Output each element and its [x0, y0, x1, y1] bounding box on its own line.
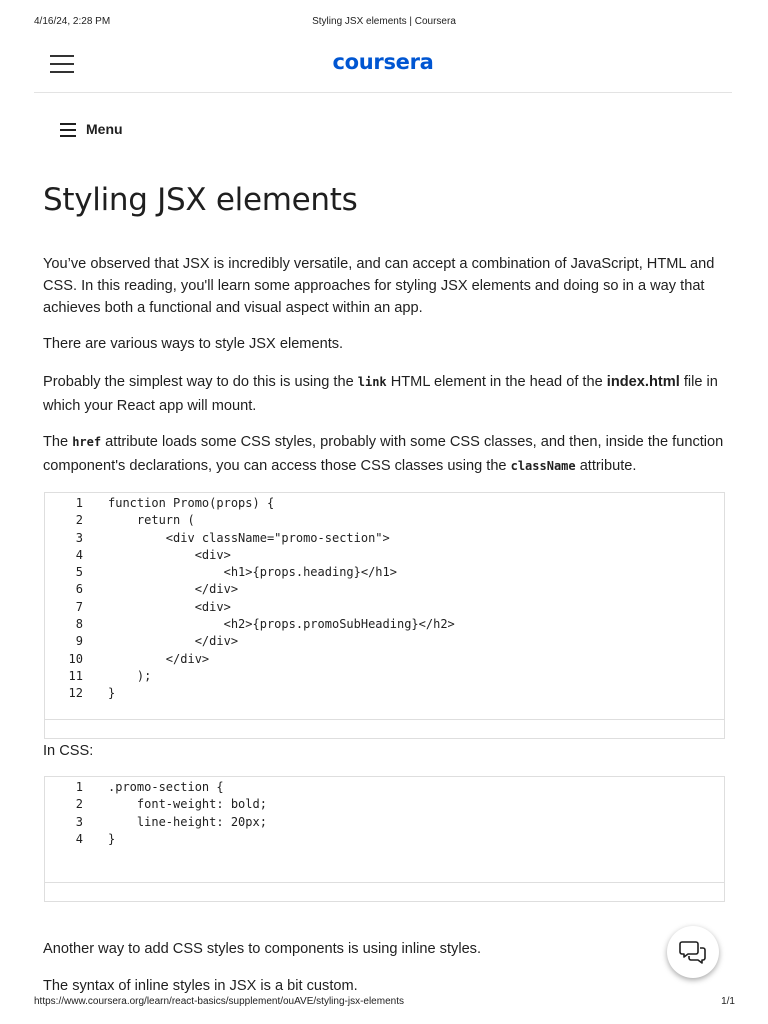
print-header: 4/16/24, 2:28 PM Styling JSX elements | … — [0, 16, 768, 30]
code-text: </div> — [108, 634, 239, 649]
code-text: <div> — [108, 599, 231, 614]
text-span: HTML element in the head of the — [386, 374, 607, 390]
code-line: 12} — [45, 685, 724, 702]
code-text: </div> — [108, 651, 210, 666]
code-line: 6 </div> — [45, 581, 724, 598]
code-text: font-weight: bold; — [108, 797, 267, 812]
text-span: The — [43, 434, 73, 450]
code-line: 5 <h1>{props.heading}</h1> — [45, 564, 724, 581]
syntax-paragraph: The syntax of inline styles in JSX is a … — [43, 978, 358, 994]
code-line: 8 <h2>{props.promoSubHeading}</h2> — [45, 616, 724, 633]
code-line: 1 function Promo(props) { — [45, 495, 724, 512]
code-lines: 1 .promo-section {2 font-weight: bold; 3 l… — [45, 777, 724, 848]
code-text: ); — [108, 668, 152, 683]
line-number: 3 — [75, 530, 83, 545]
line-number: 4 — [75, 547, 83, 562]
code-line: 2 font-weight: bold; — [45, 796, 724, 813]
print-url: https://www.coursera.org/learn/react-bas… — [34, 996, 404, 1007]
code-line: 4 <div> — [45, 547, 724, 564]
code-line: 2 return ( — [45, 512, 724, 529]
code-text: <div> — [108, 547, 231, 562]
code-text: } — [108, 686, 116, 701]
code-line: 3 line-height: 20px; — [45, 814, 724, 831]
ways-paragraph: There are various ways to style JSX elem… — [43, 336, 344, 352]
code-line: 9 </div> — [45, 633, 724, 650]
text-span: attribute. — [575, 458, 637, 474]
code-block-footer — [45, 719, 724, 738]
line-number: 2 — [75, 797, 83, 812]
inline-styles-paragraph: Another way to add CSS styles to compone… — [43, 941, 482, 957]
code-line: 11 ); — [45, 668, 724, 685]
code-text: <div className="promo-section"> — [108, 530, 390, 545]
line-number: 12 — [68, 686, 83, 701]
code-line: 7 <div> — [45, 599, 724, 616]
line-number: 1 — [75, 496, 83, 510]
code-text: .promo-section { — [108, 780, 224, 794]
text-span: Probably the simplest way to do this is … — [43, 374, 358, 390]
inline-code-link: link — [357, 375, 387, 389]
in-css-label: In CSS: — [43, 743, 94, 759]
print-footer: https://www.coursera.org/learn/react-bas… — [0, 996, 768, 1010]
line-number: 3 — [75, 814, 83, 829]
inline-code-href: href — [72, 435, 102, 449]
code-text: <h2>{props.promoSubHeading}</h2> — [108, 617, 455, 632]
line-number: 11 — [68, 668, 83, 683]
code-text: return ( — [108, 513, 195, 528]
code-line: 3 <div className="promo-section"> — [45, 530, 724, 547]
line-number: 9 — [75, 634, 83, 649]
line-number: 4 — [75, 831, 83, 846]
code-line: 4} — [45, 831, 724, 848]
line-number: 10 — [68, 651, 83, 666]
line-number: 7 — [75, 599, 83, 614]
print-page-number: 1/1 — [721, 996, 735, 1007]
code-text: function Promo(props) { — [108, 496, 275, 510]
code-text: line-height: 20px; — [108, 814, 267, 829]
inline-code-classname: className — [510, 459, 576, 473]
chat-button[interactable] — [667, 926, 719, 978]
menu-label: Menu — [86, 121, 123, 137]
bold-index-html: index.html — [606, 374, 680, 390]
code-line: 10 </div> — [45, 651, 724, 668]
coursera-logo[interactable]: coursera — [34, 50, 732, 74]
line-number: 8 — [75, 617, 83, 632]
code-block-jsx: 1 function Promo(props) {2 return (3 <div… — [44, 492, 725, 739]
code-block-css: 1 .promo-section {2 font-weight: bold; 3 l… — [44, 776, 725, 902]
line-number: 2 — [75, 513, 83, 528]
code-lines: 1 function Promo(props) {2 return (3 <div… — [45, 493, 724, 703]
code-text: } — [108, 831, 116, 846]
code-text: </div> — [108, 582, 239, 597]
link-paragraph: Probably the simplest way to do this is … — [43, 370, 725, 418]
line-number: 1 — [75, 780, 83, 794]
href-paragraph: The href attribute loads some CSS styles… — [43, 430, 725, 478]
page-title: Styling JSX elements — [43, 182, 358, 218]
top-navigation-bar: coursera — [34, 40, 732, 93]
menu-icon — [60, 123, 76, 137]
line-number: 5 — [75, 565, 83, 580]
print-title: Styling JSX elements | Coursera — [312, 16, 456, 27]
code-text: <h1>{props.heading}</h1> — [108, 565, 397, 580]
intro-paragraph: You’ve observed that JSX is incredibly v… — [43, 256, 715, 316]
code-line: 1 .promo-section { — [45, 779, 724, 796]
line-number: 6 — [75, 582, 83, 597]
code-block-footer — [45, 882, 724, 901]
chat-bubbles-icon — [679, 941, 706, 964]
